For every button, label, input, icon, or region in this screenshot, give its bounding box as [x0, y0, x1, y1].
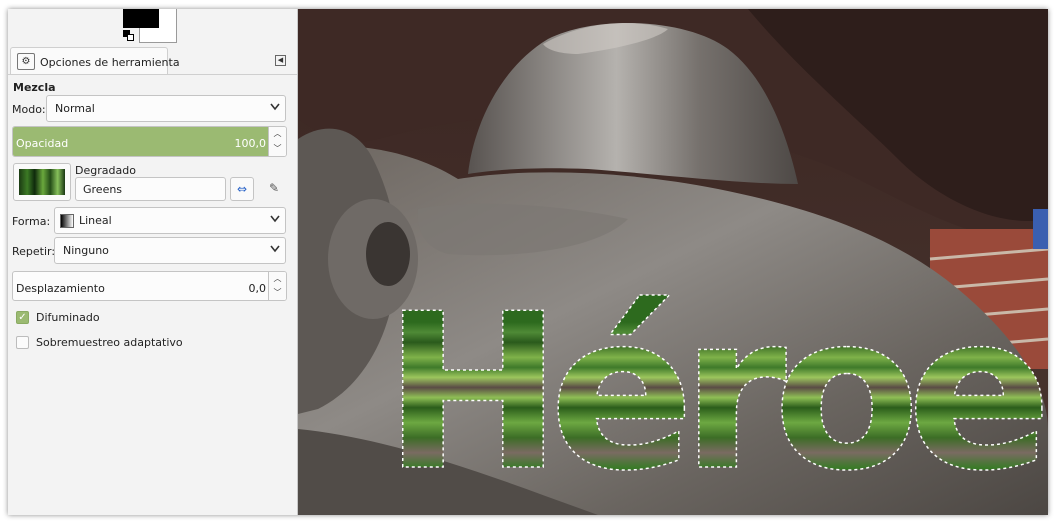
spin-up-icon[interactable]: ︿ — [269, 272, 286, 286]
shape-label: Forma: — [12, 215, 51, 228]
foreground-color-swatch[interactable] — [123, 9, 159, 28]
opacity-label: Opacidad — [16, 137, 69, 150]
spin-down-icon[interactable]: ﹀ — [269, 142, 286, 157]
gradient-name: Greens — [83, 183, 123, 196]
supersampling-label: Sobremuestreo adaptativo — [36, 336, 183, 349]
chevron-down-icon — [270, 103, 280, 111]
gimp-window: ⚙ Opciones de herramienta ◀ Mezcla Modo:… — [8, 9, 1048, 515]
offset-label: Desplazamiento — [16, 282, 105, 295]
panel-menu-icon[interactable]: ◀ — [275, 55, 286, 66]
dithering-checkbox[interactable]: ✓ — [16, 311, 29, 324]
mode-select[interactable]: Normal — [46, 95, 286, 122]
image-canvas[interactable]: Héroe — [298, 9, 1048, 515]
chevron-down-icon — [270, 215, 280, 223]
tab-divider — [8, 74, 297, 75]
photo: Héroe — [298, 9, 1048, 515]
chevron-down-icon — [270, 245, 280, 253]
dithering-label: Difuminado — [36, 311, 100, 324]
heroe-text: Héroe — [383, 267, 1042, 515]
repeat-label: Repetir: — [12, 245, 56, 258]
linear-shape-icon — [60, 214, 74, 228]
reset-colors-icon[interactable] — [123, 30, 135, 42]
gradient-name-field[interactable]: Greens — [75, 177, 226, 201]
offset-value: 0,0 — [248, 282, 267, 295]
tool-options-icon: ⚙ — [17, 53, 35, 70]
section-title: Mezcla — [13, 81, 56, 94]
shape-value: Lineal — [79, 214, 112, 227]
repeat-value: Ninguno — [63, 244, 109, 257]
mode-value: Normal — [55, 102, 95, 115]
tab-tool-options-label: Opciones de herramienta — [40, 56, 180, 69]
edit-gradient-icon[interactable]: ✎ — [262, 177, 286, 201]
mode-label: Modo: — [12, 103, 46, 116]
offset-spinner[interactable]: ︿ ﹀ — [268, 272, 286, 300]
supersampling-checkbox[interactable] — [16, 336, 29, 349]
opacity-spinner[interactable]: ︿ ﹀ — [268, 127, 286, 156]
shape-select[interactable]: Lineal — [54, 207, 286, 234]
tool-options-panel: ⚙ Opciones de herramienta ◀ Mezcla Modo:… — [8, 9, 297, 515]
gradient-preview[interactable] — [13, 163, 71, 201]
gradient-label: Degradado — [75, 164, 136, 177]
reverse-gradient-icon[interactable]: ⇔ — [230, 177, 254, 201]
repeat-select[interactable]: Ninguno — [54, 237, 286, 264]
spin-up-icon[interactable]: ︿ — [269, 127, 286, 142]
spin-down-icon[interactable]: ﹀ — [269, 286, 286, 300]
opacity-value: 100,0 — [234, 137, 267, 150]
tab-tool-options[interactable]: ⚙ Opciones de herramienta — [10, 47, 180, 75]
offset-slider[interactable]: Desplazamiento 0,0 ︿ ﹀ — [12, 271, 287, 301]
opacity-slider[interactable]: Opacidad 100,0 ︿ ﹀ — [12, 126, 287, 157]
